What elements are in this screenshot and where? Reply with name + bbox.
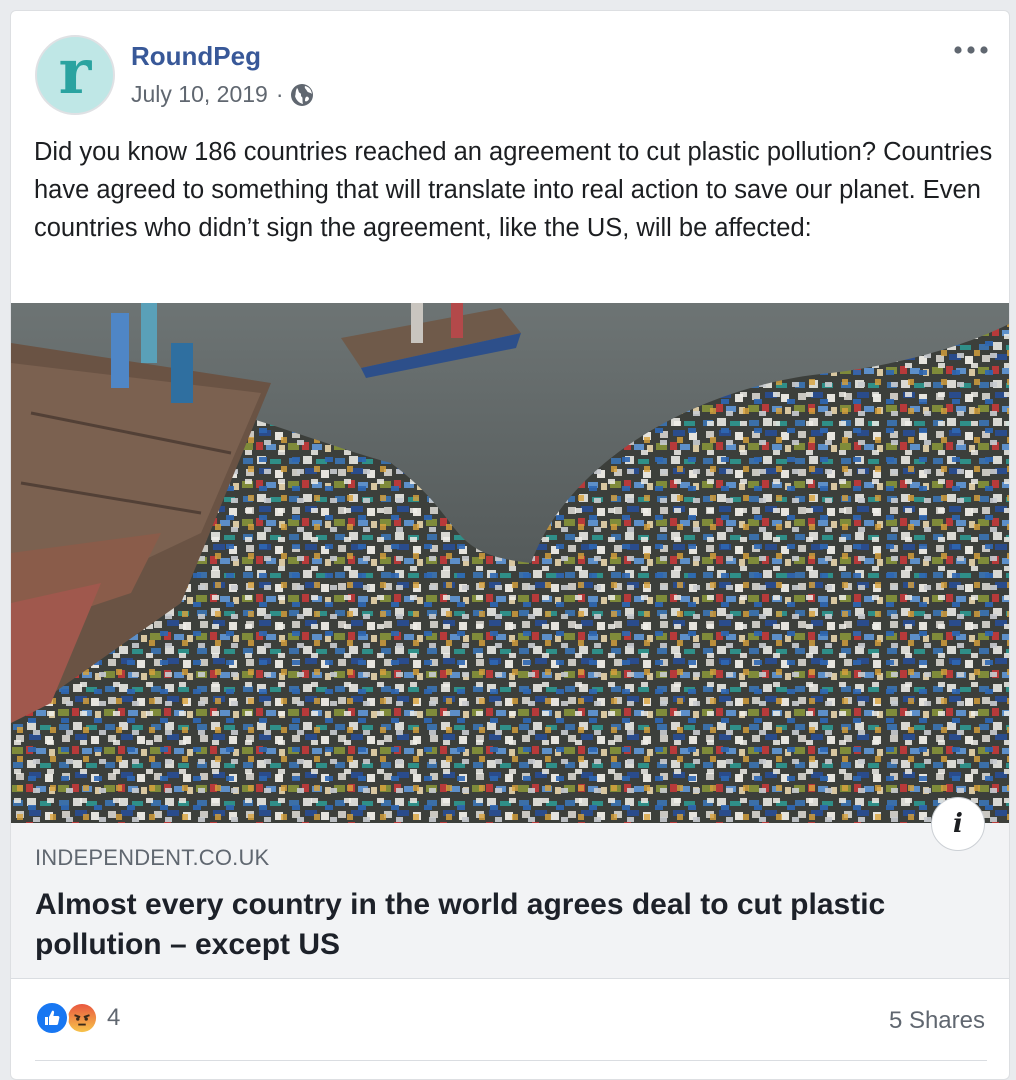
reactions-summary[interactable]: 4 — [35, 1001, 120, 1035]
post-card: r RoundPeg July 10, 2019 · Did you know … — [10, 10, 1010, 1080]
info-button[interactable]: i — [931, 797, 985, 851]
more-icon — [954, 46, 988, 54]
link-preview-image[interactable] — [11, 303, 1009, 823]
plastic-pollution-photo — [11, 303, 1009, 823]
shares-count[interactable]: 5 Shares — [889, 1007, 985, 1035]
globe-icon[interactable] — [290, 83, 314, 107]
footer-divider — [35, 1060, 987, 1061]
post-meta: July 10, 2019 · — [131, 81, 314, 108]
meta-separator: · — [275, 81, 284, 107]
link-preview[interactable]: INDEPENDENT.CO.UK Almost every country i… — [11, 823, 1009, 979]
link-domain: INDEPENDENT.CO.UK — [35, 845, 270, 870]
more-options-button[interactable] — [951, 35, 991, 65]
post-text: Did you know 186 countries reached an ag… — [34, 138, 993, 242]
like-icon — [35, 1001, 69, 1035]
link-headline[interactable]: Almost every country in the world agrees… — [35, 885, 975, 965]
page-avatar[interactable]: r — [35, 35, 115, 115]
avatar-letter: r — [58, 35, 92, 108]
angry-icon — [65, 1001, 99, 1035]
reaction-count: 4 — [107, 1004, 121, 1031]
author-name[interactable]: RoundPeg — [131, 41, 261, 72]
post-date[interactable]: July 10, 2019 — [131, 81, 268, 108]
